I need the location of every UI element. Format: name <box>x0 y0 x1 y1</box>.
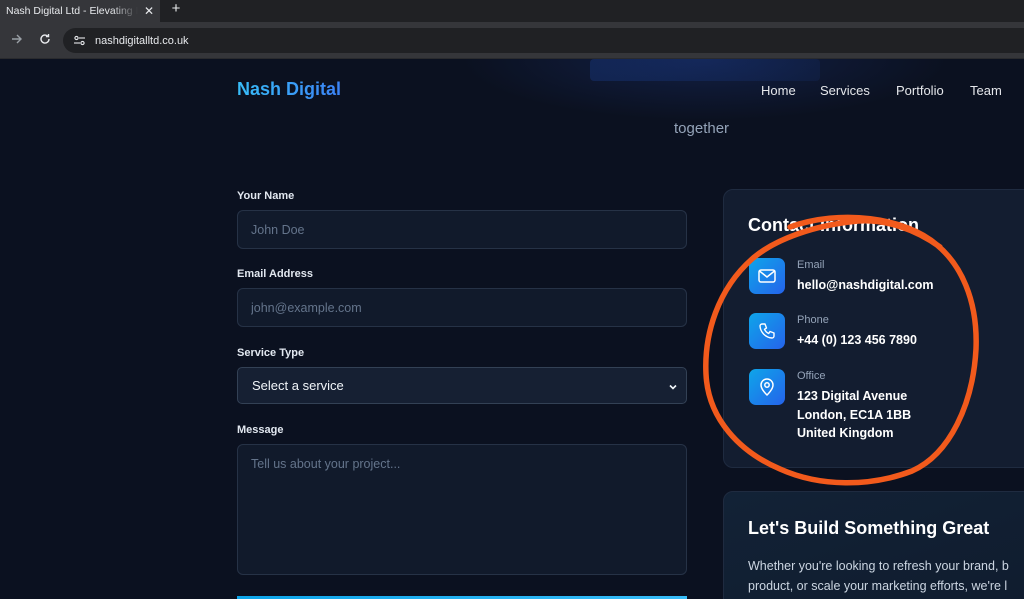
email-info-label: Email <box>797 259 825 271</box>
brand-logo[interactable]: Nash Digital <box>237 79 341 100</box>
chevron-down-icon <box>668 380 678 395</box>
reload-icon[interactable] <box>36 31 54 49</box>
phone-info-value[interactable]: +44 (0) 123 456 7890 <box>797 331 917 350</box>
tab-title: Nash Digital Ltd - Elevating Digital Exp… <box>6 5 138 17</box>
office-address-line: United Kingdom <box>797 426 894 440</box>
office-address: 123 Digital Avenue London, EC1A 1BB Unit… <box>797 387 911 443</box>
name-label: Your Name <box>237 190 295 202</box>
map-pin-icon <box>749 369 785 405</box>
forward-arrow-icon[interactable] <box>8 31 26 49</box>
phone-info-label: Phone <box>797 314 829 326</box>
service-label: Service Type <box>237 347 305 359</box>
name-input[interactable] <box>238 211 686 248</box>
nav-link-team[interactable]: Team <box>970 83 1002 98</box>
site-settings-icon[interactable] <box>73 34 87 48</box>
cta-body-line: Whether you're looking to refresh your b… <box>748 559 1009 573</box>
service-select-value: Select a service <box>252 378 344 393</box>
service-select[interactable]: Select a service <box>237 367 687 404</box>
cta-title: Let's Build Something Great <box>748 518 990 538</box>
email-input[interactable] <box>238 289 686 326</box>
contact-info-title: Contact Information <box>748 215 919 235</box>
page: Nash Digital Home Services Portfolio Tea… <box>0 59 1024 599</box>
hero-subtitle-fragment: together <box>674 120 730 137</box>
new-tab-button[interactable]: + <box>168 0 184 20</box>
name-field[interactable] <box>237 210 687 249</box>
nav-link-portfolio[interactable]: Portfolio <box>896 83 944 98</box>
cta-body-line: product, or scale your marketing efforts… <box>748 579 1008 593</box>
message-textarea[interactable] <box>238 445 686 574</box>
browser-toolbar: nashdigitalltd.co.uk <box>0 22 1024 59</box>
mail-icon <box>749 258 785 294</box>
header-glow-bar <box>590 59 820 81</box>
message-field[interactable] <box>237 444 687 575</box>
email-label: Email Address <box>237 268 314 280</box>
nav-link-services[interactable]: Services <box>820 83 870 98</box>
office-address-line: London, EC1A 1BB <box>797 407 912 422</box>
nav-link-home[interactable]: Home <box>761 83 796 98</box>
address-bar[interactable]: nashdigitalltd.co.uk <box>63 28 1024 53</box>
browser-tab-active[interactable]: Nash Digital Ltd - Elevating Digital Exp… <box>0 0 160 22</box>
browser-tab-strip: Nash Digital Ltd - Elevating Digital Exp… <box>0 0 1024 22</box>
email-field[interactable] <box>237 288 687 327</box>
close-tab-icon[interactable]: ✕ <box>144 3 154 19</box>
office-address-line: 123 Digital Avenue <box>797 389 908 403</box>
phone-icon <box>749 313 785 349</box>
email-info-value[interactable]: hello@nashdigital.com <box>797 276 934 295</box>
cta-body: Whether you're looking to refresh your b… <box>748 556 1024 596</box>
url-text: nashdigitalltd.co.uk <box>95 34 189 47</box>
message-label: Message <box>237 424 284 436</box>
office-info-label: Office <box>797 370 826 382</box>
